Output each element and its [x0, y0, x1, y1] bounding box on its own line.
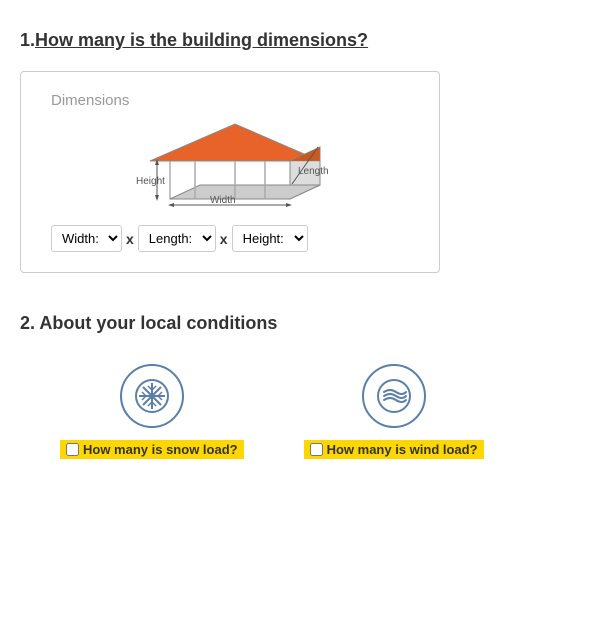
wind-load-text: How many is wind load?	[327, 442, 478, 457]
section-1: 1.How many is the building dimensions? D…	[20, 30, 582, 273]
section-1-title: 1.How many is the building dimensions?	[20, 30, 582, 51]
length-select[interactable]: Length: 20 25 30 35 40 50	[138, 225, 216, 252]
section-1-title-text: How many is the building dimensions?	[35, 30, 368, 50]
snow-load-text: How many is snow load?	[83, 442, 238, 457]
wind-load-label[interactable]: How many is wind load?	[304, 440, 484, 459]
wind-icon-circle	[362, 364, 426, 428]
conditions-row: How many is snow load? How many is wind …	[20, 364, 582, 459]
section-2-title-text: About your local conditions	[39, 313, 277, 333]
building-diagram: Height Width Length	[51, 119, 419, 209]
section-2: 2. About your local conditions	[20, 313, 582, 459]
height-select[interactable]: Height: 6 8 10 12	[232, 225, 308, 252]
snow-load-item: How many is snow load?	[60, 364, 244, 459]
svg-text:Width: Width	[210, 195, 236, 206]
snow-load-checkbox[interactable]	[66, 443, 79, 456]
x-separator-2: x	[220, 231, 228, 247]
wind-load-item: How many is wind load?	[304, 364, 484, 459]
snow-icon-circle	[120, 364, 184, 428]
snowflake-icon	[134, 378, 170, 414]
wind-load-checkbox[interactable]	[310, 443, 323, 456]
dimensions-label: Dimensions	[51, 92, 419, 109]
building-svg: Height Width Length	[135, 119, 335, 209]
wind-icon	[376, 378, 412, 414]
dropdowns-row: Width: 10 12 14 16 18 20 x Length: 20 25…	[51, 225, 419, 252]
section-2-title: 2. About your local conditions	[20, 313, 582, 334]
svg-text:Height: Height	[136, 176, 165, 187]
dimensions-box: Dimensions Heig	[20, 71, 440, 273]
svg-text:Length: Length	[298, 166, 329, 177]
width-select[interactable]: Width: 10 12 14 16 18 20	[51, 225, 122, 252]
x-separator-1: x	[126, 231, 134, 247]
snow-load-label[interactable]: How many is snow load?	[60, 440, 244, 459]
